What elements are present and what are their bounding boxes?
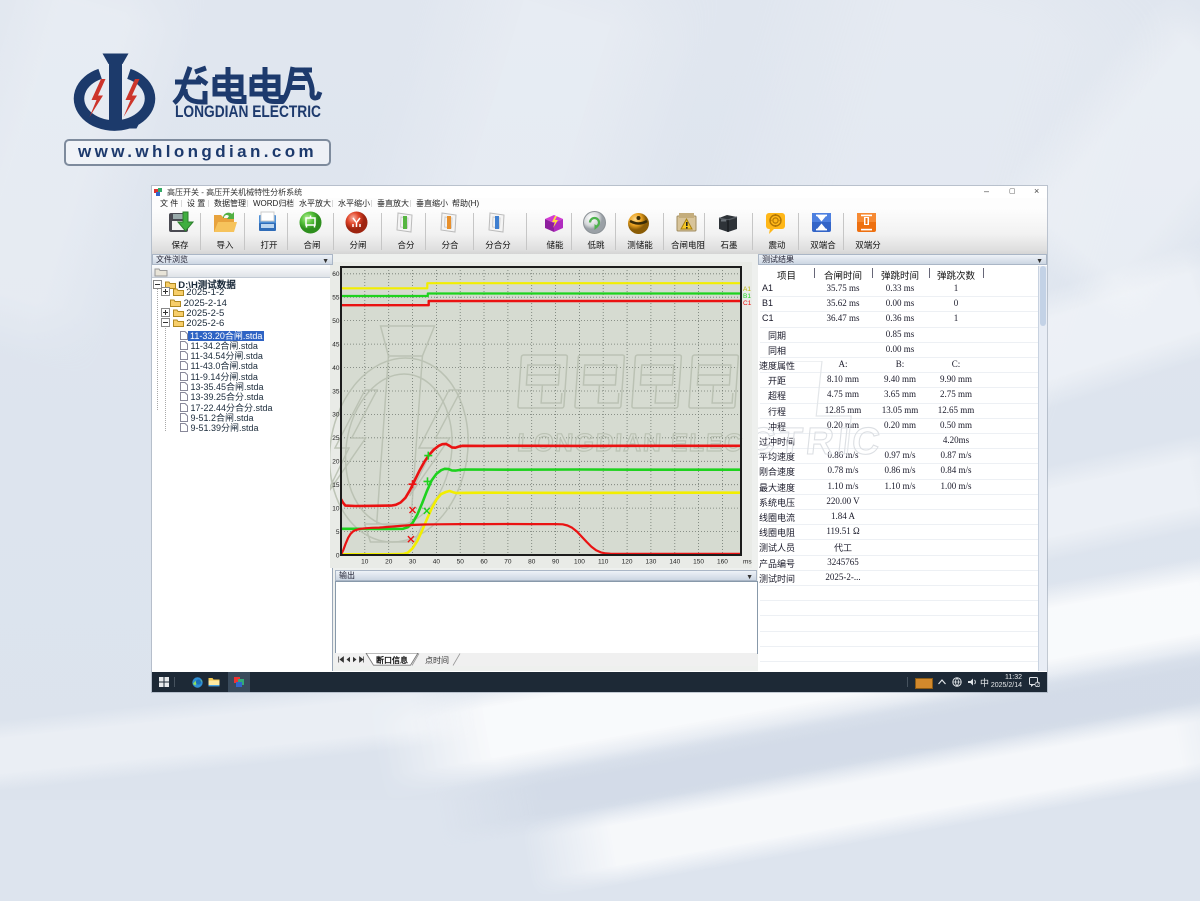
svg-text:35: 35 — [332, 388, 340, 395]
svg-text:10: 10 — [332, 505, 340, 512]
svg-text:160: 160 — [717, 559, 728, 566]
svg-text:50: 50 — [332, 318, 340, 325]
svg-text:2: 2 — [1036, 683, 1039, 687]
svg-text:80: 80 — [528, 559, 536, 566]
svg-text:120: 120 — [622, 559, 633, 566]
svg-text:LONGDIAN ELECTRIC: LONGDIAN ELECTRIC — [175, 102, 321, 121]
svg-text:140: 140 — [669, 559, 680, 566]
svg-text:0: 0 — [336, 552, 340, 559]
svg-text:110: 110 — [598, 559, 609, 566]
svg-text:130: 130 — [645, 559, 656, 566]
svg-text:100: 100 — [574, 559, 585, 566]
svg-text:50: 50 — [457, 559, 465, 566]
svg-text:ms: ms — [743, 559, 752, 566]
svg-text:20: 20 — [385, 559, 393, 566]
svg-text:30: 30 — [332, 412, 340, 419]
svg-text:45: 45 — [332, 341, 340, 348]
svg-text:10: 10 — [361, 559, 369, 566]
svg-text:CTRIC: CTRIC — [758, 421, 886, 463]
svg-text:LONGDIAN ELEC: LONGDIAN ELEC — [516, 429, 744, 457]
svg-text:70: 70 — [504, 559, 512, 566]
svg-text:C1: C1 — [743, 300, 752, 307]
svg-text:30: 30 — [409, 559, 417, 566]
svg-text:60: 60 — [332, 271, 340, 278]
svg-text:60: 60 — [480, 559, 488, 566]
svg-text:20: 20 — [332, 459, 340, 466]
svg-text:15: 15 — [332, 482, 340, 489]
svg-text:90: 90 — [552, 559, 560, 566]
svg-text:40: 40 — [433, 559, 441, 566]
svg-text:150: 150 — [693, 559, 704, 566]
svg-text:5: 5 — [336, 529, 340, 536]
svg-text:55: 55 — [332, 295, 340, 302]
svg-text:B1: B1 — [743, 293, 751, 300]
svg-text:A1: A1 — [743, 286, 751, 293]
svg-text:25: 25 — [332, 435, 340, 442]
svg-text:40: 40 — [332, 365, 340, 372]
